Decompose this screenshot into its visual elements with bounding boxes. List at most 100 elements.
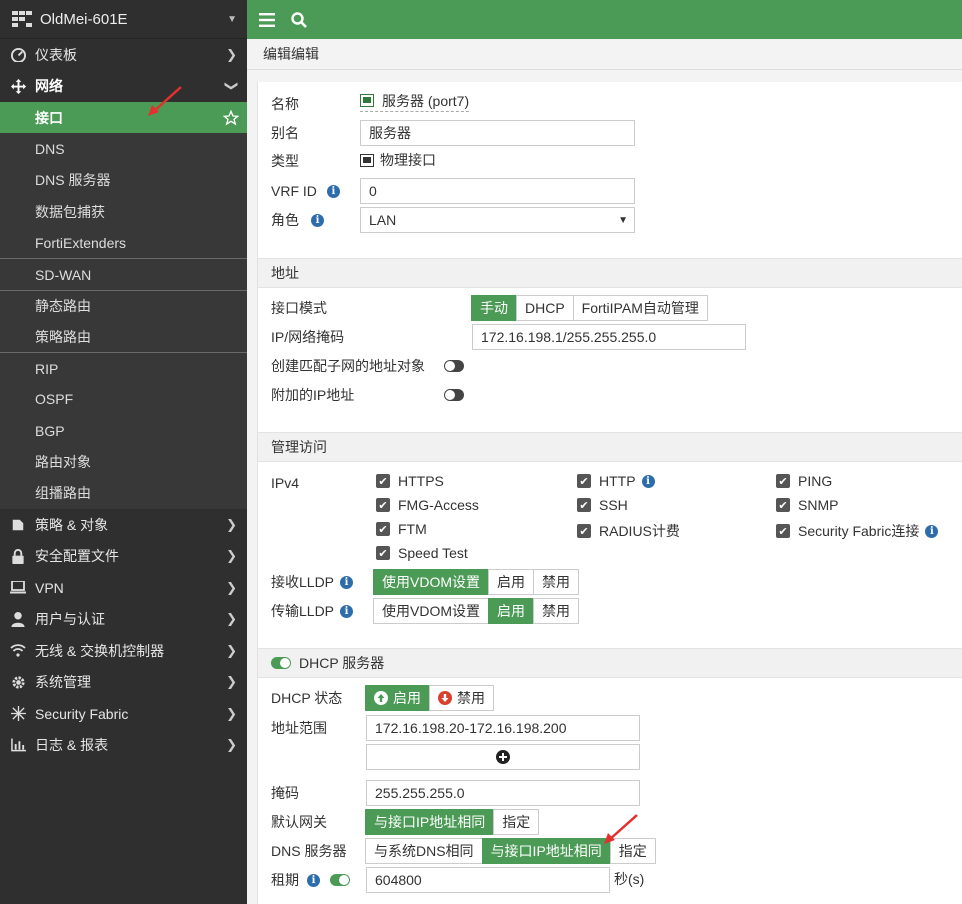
- sidebar-item-rip[interactable]: RIP: [0, 352, 247, 384]
- info-icon[interactable]: i: [326, 184, 340, 198]
- lock-icon: [10, 548, 26, 564]
- sidebar-item-sdwan[interactable]: SD-WAN: [0, 258, 247, 290]
- mode-dhcp-button[interactable]: DHCP: [516, 295, 574, 321]
- lease-unit: 秒(s): [614, 871, 645, 887]
- security-fabric-checkbox[interactable]: ✔ Security Fabric连接 i: [776, 521, 939, 541]
- sidebar: OldMei-601E ▼ 仪表板 ❯ 网络 ❯ 接口 DNS DNS 服务器 …: [0, 0, 247, 904]
- sidebar-item-static-routes[interactable]: 静态路由: [0, 289, 247, 322]
- interface-mode-group: 手动 DHCP FortiIPAM自动管理: [471, 295, 708, 321]
- mode-manual-button[interactable]: 手动: [471, 295, 517, 321]
- dns-same-as-interface-button[interactable]: 与接口IP地址相同: [481, 838, 611, 864]
- page-title: 编辑编辑: [247, 39, 962, 70]
- lldp-tx-enable-button[interactable]: 启用: [488, 598, 534, 624]
- add-range-button[interactable]: [366, 744, 640, 770]
- device-selector[interactable]: OldMei-601E ▼: [0, 0, 247, 39]
- search-icon[interactable]: [291, 11, 307, 28]
- nav-wifi-switch[interactable]: 无线 & 交换机控制器 ❯: [0, 635, 247, 667]
- sidebar-item-interfaces[interactable]: 接口: [0, 102, 247, 134]
- alias-input[interactable]: 服务器: [360, 120, 635, 146]
- dns-server-label: DNS 服务器: [271, 843, 347, 859]
- lease-time-toggle[interactable]: [330, 874, 350, 886]
- info-icon[interactable]: i: [311, 213, 324, 227]
- ping-checkbox[interactable]: ✔ PING: [776, 473, 832, 489]
- caret-down-icon[interactable]: ▼: [227, 14, 237, 25]
- nav-policy-objects[interactable]: 策略 & 对象 ❯: [0, 509, 247, 541]
- radius-accounting-checkbox[interactable]: ✔ RADIUS计费: [577, 521, 680, 541]
- lldp-rx-vdom-button[interactable]: 使用VDOM设置: [373, 569, 489, 595]
- ip-mask-input[interactable]: 172.16.198.1/255.255.255.0: [472, 324, 746, 350]
- nav-users[interactable]: 用户与认证 ❯: [0, 603, 247, 635]
- lldp-rx-disable-button[interactable]: 禁用: [533, 569, 579, 595]
- lease-time-input[interactable]: 604800: [366, 867, 610, 893]
- nav-label: 网络: [35, 78, 63, 95]
- interface-name: 服务器 (port7): [360, 92, 470, 112]
- nav-log-report[interactable]: 日志 & 报表 ❯: [0, 729, 247, 761]
- ip-mask-label: IP/网络掩码: [271, 329, 345, 345]
- plus-circle-icon: [496, 750, 510, 764]
- sidebar-item-fortiextenders[interactable]: FortiExtenders: [0, 227, 247, 259]
- role-select[interactable]: LAN ▼: [360, 207, 635, 233]
- menu-hamburger-icon[interactable]: [259, 12, 275, 27]
- sidebar-item-dns-server[interactable]: DNS 服务器: [0, 164, 247, 196]
- nav-security-fabric[interactable]: Security Fabric ❯: [0, 698, 247, 730]
- dns-same-as-system-button[interactable]: 与系统DNS相同: [365, 838, 483, 864]
- sub-label: DNS: [35, 140, 65, 157]
- dhcp-disable-button[interactable]: 禁用: [429, 685, 494, 711]
- netmask-input[interactable]: 255.255.255.0: [366, 780, 640, 806]
- section-address: 地址: [258, 258, 962, 288]
- lldp-tx-vdom-button[interactable]: 使用VDOM设置: [373, 598, 489, 624]
- receive-lldp-group: 使用VDOM设置 启用 禁用: [373, 569, 579, 595]
- gw-same-as-interface-button[interactable]: 与接口IP地址相同: [365, 809, 495, 835]
- fortigate-logo-icon: [12, 11, 32, 27]
- ssh-checkbox[interactable]: ✔ SSH: [577, 497, 628, 513]
- speed-test-checkbox[interactable]: ✔ Speed Test: [376, 545, 468, 561]
- type-label: 类型: [271, 153, 299, 169]
- nav-network[interactable]: 网络 ❯: [0, 71, 247, 103]
- nav-vpn[interactable]: VPN ❯: [0, 572, 247, 604]
- nav-label: 用户与认证: [35, 611, 105, 628]
- lldp-rx-enable-button[interactable]: 启用: [488, 569, 534, 595]
- info-icon[interactable]: i: [340, 575, 354, 589]
- fmg-access-checkbox[interactable]: ✔ FMG-Access: [376, 497, 479, 513]
- dhcp-status-label: DHCP 状态: [271, 690, 343, 706]
- port-icon: [360, 94, 374, 107]
- role-label-text: 角色: [271, 212, 299, 228]
- dhcp-enable-button[interactable]: 启用: [365, 685, 430, 711]
- lldp-tx-disable-button[interactable]: 禁用: [533, 598, 579, 624]
- nav-label: VPN: [35, 579, 64, 596]
- sidebar-item-policy-routes[interactable]: 策略路由: [0, 321, 247, 353]
- sub-label: 数据包捕获: [35, 203, 105, 220]
- sidebar-item-ospf[interactable]: OSPF: [0, 383, 247, 415]
- info-icon[interactable]: i: [925, 524, 939, 538]
- checkbox-label: HTTPS: [398, 473, 444, 489]
- nav-system[interactable]: 系统管理 ❯: [0, 666, 247, 698]
- dhcp-server-toggle[interactable]: [271, 657, 291, 669]
- secondary-ip-toggle[interactable]: [444, 389, 464, 401]
- info-icon[interactable]: i: [340, 604, 354, 618]
- https-checkbox[interactable]: ✔ HTTPS: [376, 473, 444, 489]
- create-address-toggle[interactable]: [444, 360, 464, 372]
- ftm-checkbox[interactable]: ✔ FTM: [376, 521, 427, 537]
- sidebar-item-multicast[interactable]: 组播路由: [0, 477, 247, 509]
- name-label: 名称: [271, 96, 299, 112]
- snmp-checkbox[interactable]: ✔ SNMP: [776, 497, 838, 513]
- sidebar-item-bgp[interactable]: BGP: [0, 414, 247, 447]
- sub-label: 接口: [35, 109, 63, 126]
- info-icon[interactable]: i: [307, 873, 320, 887]
- info-icon[interactable]: i: [641, 474, 655, 488]
- sidebar-item-packet-capture[interactable]: 数据包捕获: [0, 195, 247, 228]
- chevron-right-icon: ❯: [226, 516, 237, 532]
- interface-mode-label: 接口模式: [271, 300, 327, 316]
- chevron-right-icon: ❯: [226, 548, 237, 564]
- gw-specify-button[interactable]: 指定: [493, 809, 540, 835]
- name-value: 服务器 (port7): [382, 92, 470, 109]
- nav-dashboard[interactable]: 仪表板 ❯: [0, 39, 247, 71]
- mode-fortiipam-button[interactable]: FortiIPAM自动管理: [572, 295, 708, 321]
- star-icon[interactable]: [223, 109, 239, 126]
- http-checkbox[interactable]: ✔ HTTP i: [577, 473, 655, 489]
- nav-security-profiles[interactable]: 安全配置文件 ❯: [0, 540, 247, 572]
- sidebar-item-routing-objects[interactable]: 路由对象: [0, 446, 247, 478]
- address-range-input[interactable]: 172.16.198.20-172.16.198.200: [366, 715, 640, 741]
- vrf-id-input[interactable]: 0: [360, 178, 635, 204]
- sidebar-item-dns[interactable]: DNS: [0, 133, 247, 165]
